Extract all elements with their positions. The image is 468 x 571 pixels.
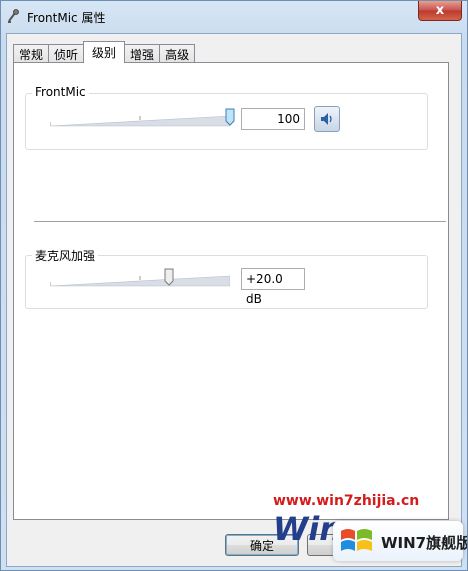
close-button[interactable]: x	[418, 1, 462, 21]
frontmic-slider-thumb[interactable]	[225, 108, 235, 126]
watermark-badge: WIN7旗舰版	[333, 521, 467, 561]
properties-dialog: FrontMic 属性 x 常规 侦听 级别 增强 高级 FrontMic 10…	[0, 0, 468, 571]
window-title: FrontMic 属性	[27, 11, 106, 25]
windows-flag-icon	[341, 529, 372, 551]
tab-advanced[interactable]: 高级	[159, 44, 196, 63]
mic-boost-group: 麦克风加强 +20.0 dB	[25, 247, 428, 309]
client-area: 常规 侦听 级别 增强 高级 FrontMic 100 麦克风加强 +20.0 …	[6, 33, 462, 567]
mic-boost-label: 麦克风加强	[32, 247, 99, 264]
tab-listen[interactable]: 侦听	[48, 44, 85, 63]
slider-track	[50, 115, 230, 127]
separator	[34, 221, 446, 223]
slider-track	[50, 275, 230, 287]
frontmic-volume-slider[interactable]	[50, 106, 235, 132]
mute-button[interactable]	[314, 106, 340, 132]
tab-strip: 常规 侦听 级别 增强 高级	[13, 41, 196, 63]
mic-boost-slider[interactable]	[50, 266, 230, 292]
mic-boost-slider-thumb[interactable]	[164, 268, 174, 286]
close-icon: x	[435, 3, 445, 18]
tab-general[interactable]: 常规	[13, 44, 50, 63]
mic-boost-value-field[interactable]: +20.0 dB	[241, 268, 305, 306]
speaker-icon	[321, 113, 332, 125]
tab-enhancements[interactable]: 增强	[124, 44, 161, 63]
tab-levels[interactable]: 级别	[83, 41, 126, 63]
levels-panel: FrontMic 100 麦克风加强 +20.0 dB	[13, 62, 449, 520]
watermark-badge-text: WIN7旗舰版	[381, 534, 468, 552]
watermark-url: www.win7zhijia.cn	[273, 493, 420, 509]
frontmic-group: FrontMic 100	[25, 85, 428, 150]
frontmic-label: FrontMic	[32, 85, 89, 99]
frontmic-value-field[interactable]: 100	[241, 108, 305, 130]
title-bar[interactable]: FrontMic 属性 x	[1, 1, 467, 33]
microphone-icon	[8, 9, 19, 23]
watermark-logo-text: Win	[273, 510, 343, 548]
